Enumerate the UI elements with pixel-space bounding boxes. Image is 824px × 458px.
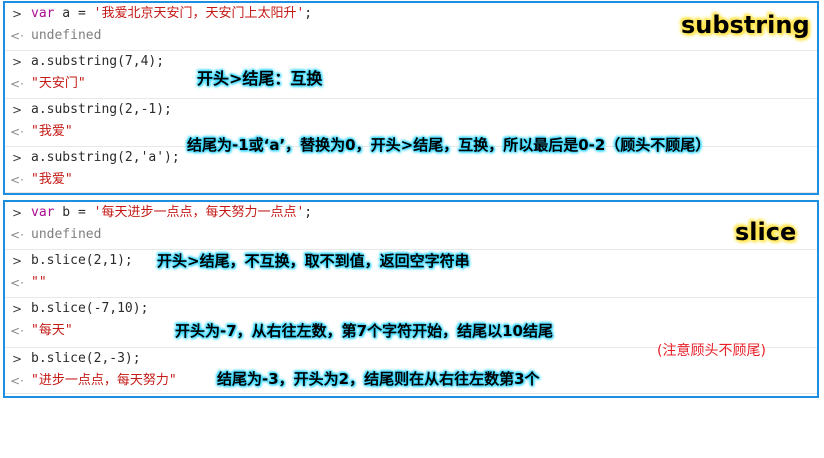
- console-input-code: a.substring(7,4);: [31, 54, 165, 69]
- chevron-right-icon: >: [11, 302, 23, 316]
- console-panel-substring: > var a = '我爱北京天安门，天安门上太阳升'; <· undefine…: [3, 1, 819, 195]
- console-output-value: "进步一点点，每天努力": [31, 373, 177, 388]
- console-entry: > var b = '每天进步一点点，每天努力一点点'; <· undefine…: [5, 202, 817, 250]
- console-panel-slice: > var b = '每天进步一点点，每天努力一点点'; <· undefine…: [3, 200, 819, 398]
- console-output-line: <· "天安门": [5, 73, 817, 95]
- return-arrow-icon: <·: [10, 125, 24, 139]
- console-output-value: undefined: [31, 227, 102, 242]
- return-arrow-icon: <·: [10, 173, 24, 187]
- console-input-code: b.slice(-7,10);: [31, 301, 149, 316]
- annotation-no-swap: 开头>结尾，不互换，取不到值，返回空字符串: [157, 252, 470, 270]
- console-input-line[interactable]: > var b = '每天进步一点点，每天努力一点点';: [5, 202, 817, 224]
- console-input-code: a.substring(2,-1);: [31, 102, 172, 117]
- console-output-value: undefined: [31, 28, 102, 43]
- annotation-negative-end: 结尾为-1或‘a’，替换为0，开头>结尾，互换，所以最后是0-2（顾头不顾尾）: [187, 136, 711, 154]
- console-output-value: "我爱": [31, 172, 73, 187]
- string-token: '我爱北京天安门，天安门上太阳升': [93, 6, 305, 21]
- console-entry: > a.substring(7,4); <· "天安门": [5, 51, 817, 99]
- section-title-slice: slice: [735, 218, 797, 246]
- annotation-swap: 开头>结尾：互换: [197, 69, 323, 88]
- chevron-right-icon: >: [11, 7, 23, 21]
- annotation-negative-start: 开头为-7，从右往左数，第7个字符开始，结尾以10结尾: [175, 322, 553, 340]
- return-arrow-icon: <·: [10, 228, 24, 242]
- return-arrow-icon: <·: [10, 374, 24, 388]
- console-input-code: b.slice(2,-3);: [31, 351, 141, 366]
- console-output-line: <· "": [5, 272, 817, 294]
- console-input-code: var a = '我爱北京天安门，天安门上太阳升';: [31, 6, 313, 21]
- console-input-code: a.substring(2,'a');: [31, 150, 180, 165]
- keyword-token: var: [31, 205, 55, 220]
- annotation-reminder: (注意顾头不顾尾): [657, 343, 766, 359]
- console-output-value: "每天": [31, 323, 73, 338]
- chevron-right-icon: >: [11, 352, 23, 366]
- console-input-line[interactable]: > b.slice(-7,10);: [5, 298, 817, 320]
- return-arrow-icon: <·: [10, 324, 24, 338]
- annotation-negative-end: 结尾为-3，开头为2，结尾则在从右往左数第3个: [217, 370, 540, 388]
- chevron-right-icon: >: [11, 103, 23, 117]
- console-input-code: b.slice(2,1);: [31, 253, 133, 268]
- string-token: '每天进步一点点，每天努力一点点': [93, 205, 305, 220]
- console-output-value: "我爱": [31, 124, 73, 139]
- console-input-line[interactable]: > a.substring(2,-1);: [5, 99, 817, 121]
- chevron-right-icon: >: [11, 206, 23, 220]
- chevron-right-icon: >: [11, 254, 23, 268]
- console-output-value: "": [31, 275, 47, 290]
- console-output-value: "天安门": [31, 76, 86, 91]
- return-arrow-icon: <·: [10, 77, 24, 91]
- chevron-right-icon: >: [11, 151, 23, 165]
- return-arrow-icon: <·: [10, 276, 24, 290]
- console-input-code: var b = '每天进步一点点，每天努力一点点';: [31, 205, 313, 220]
- keyword-token: var: [31, 6, 55, 21]
- return-arrow-icon: <·: [10, 29, 24, 43]
- chevron-right-icon: >: [11, 55, 23, 69]
- section-title-substring: substring: [681, 11, 810, 39]
- console-output-line: <· undefined: [5, 224, 817, 246]
- console-output-line: <· "我爱": [5, 169, 817, 191]
- console-input-line[interactable]: > a.substring(7,4);: [5, 51, 817, 73]
